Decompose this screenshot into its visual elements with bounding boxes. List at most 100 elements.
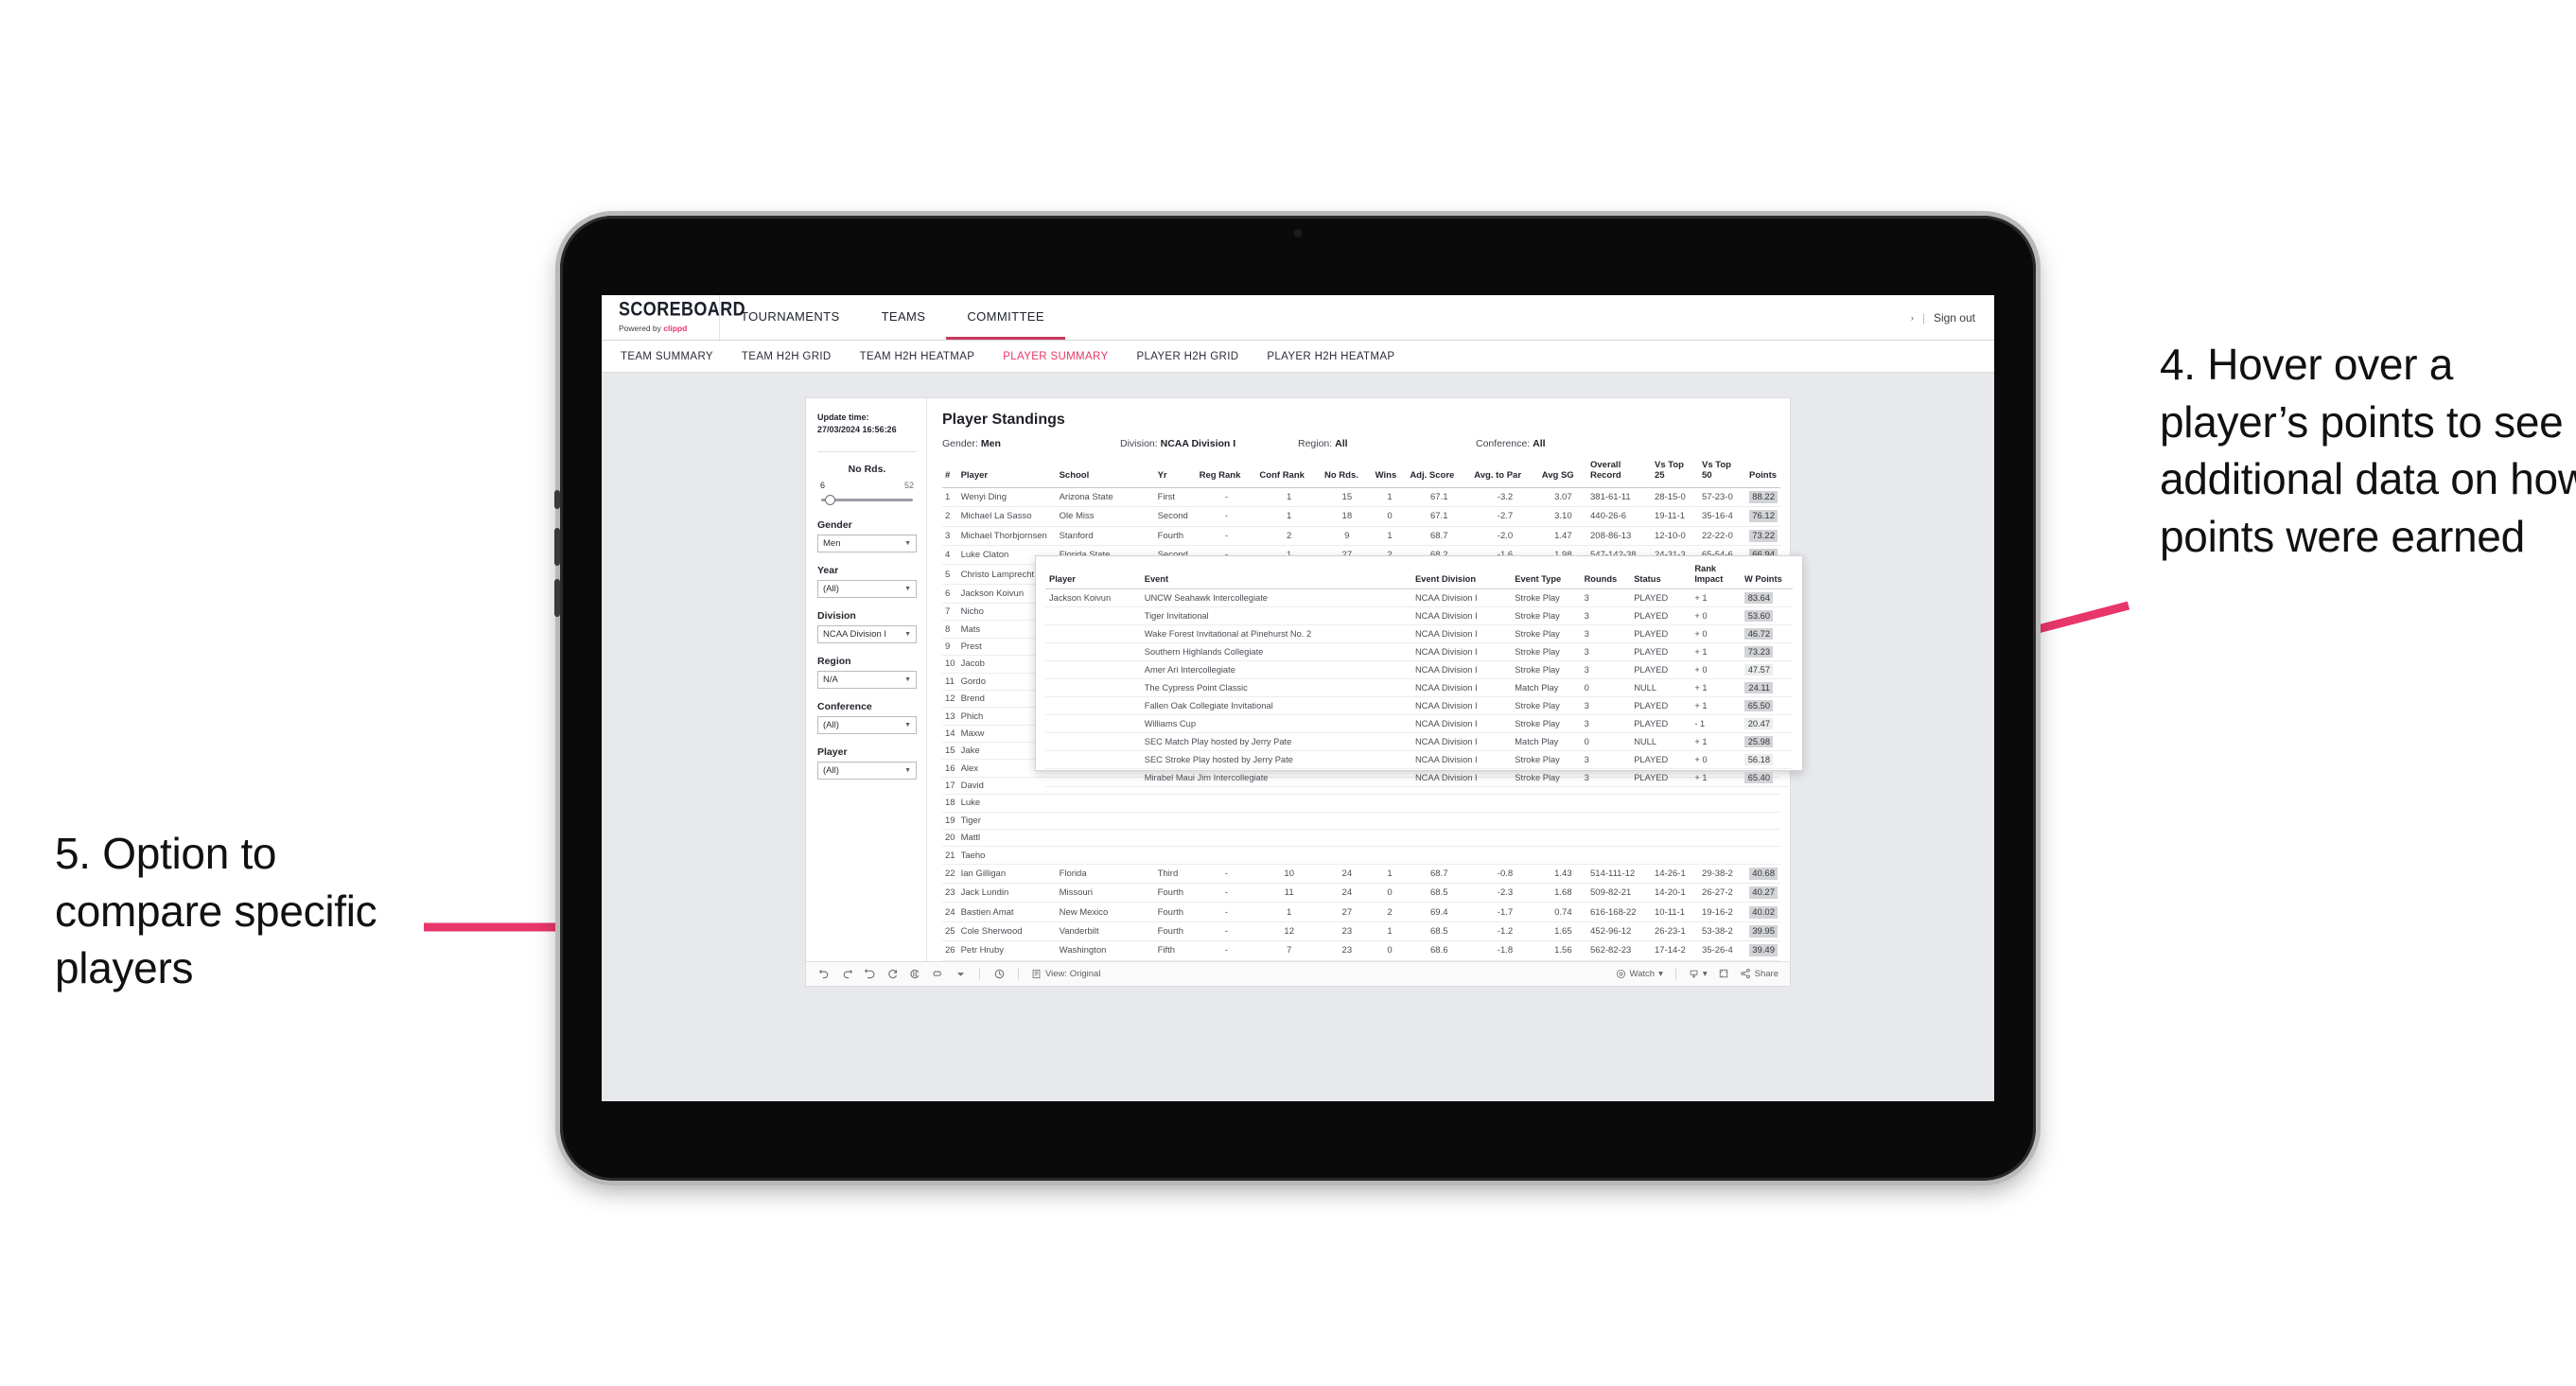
table-row[interactable]: 21 Taeho bbox=[942, 846, 1780, 865]
table-row[interactable]: 23 Jack Lundin Missouri Fourth -11 24 0 68.5 -2.… bbox=[942, 883, 1780, 904]
undo-icon[interactable] bbox=[817, 967, 831, 980]
col-yr[interactable]: Yr bbox=[1154, 461, 1197, 488]
points-cell[interactable] bbox=[1746, 846, 1780, 865]
filter-conference-select[interactable]: (All) ▼ bbox=[817, 716, 917, 735]
power-button[interactable] bbox=[554, 490, 560, 509]
full-screen-icon[interactable] bbox=[1717, 967, 1730, 980]
col-rank[interactable]: # bbox=[942, 461, 958, 488]
rank-cell: 22 bbox=[942, 864, 958, 885]
filter-division-select[interactable]: NCAA Division I ▼ bbox=[817, 625, 917, 644]
reg-rank-cell: - bbox=[1196, 487, 1257, 508]
update-time-value: 27/03/2024 16:56:26 bbox=[817, 425, 897, 435]
annotation-hover-points: 4. Hover over a player’s points to see a… bbox=[2160, 340, 2576, 562]
download-control[interactable]: ▾ bbox=[1689, 969, 1708, 979]
col-player[interactable]: Player bbox=[957, 461, 1057, 488]
table-row[interactable]: 22 Ian Gilligan Florida Third -10 24 1 68.7 -0.8… bbox=[942, 864, 1780, 885]
yr-cell bbox=[1154, 812, 1197, 830]
col-school[interactable]: School bbox=[1056, 461, 1155, 488]
points-cell[interactable]: 39.49 bbox=[1746, 940, 1780, 961]
vs-top-25-cell: 12-10-0 bbox=[1652, 526, 1699, 546]
col-vs-top-50[interactable]: Vs Top 50 bbox=[1699, 460, 1746, 488]
filter-region-select[interactable]: N/A ▼ bbox=[817, 671, 917, 690]
volume-down-button[interactable] bbox=[554, 579, 560, 617]
table-row[interactable]: 26 Petr Hruby Washington Fifth -7 23 0 68.6 -1.8… bbox=[942, 940, 1780, 961]
alerts-icon[interactable] bbox=[931, 967, 944, 980]
sign-out-link[interactable]: Sign out bbox=[1934, 311, 1975, 325]
pause-auto-update-icon[interactable] bbox=[992, 967, 1006, 980]
rank-cell: 24 bbox=[942, 902, 958, 922]
tip-status-cell: PLAYED bbox=[1630, 624, 1691, 644]
tab-team-h2h-heatmap[interactable]: TEAM H2H HEATMAP bbox=[860, 351, 975, 362]
col-wins[interactable]: Wins bbox=[1372, 461, 1408, 488]
col-conf-rank[interactable]: Conf Rank bbox=[1256, 461, 1322, 488]
points-cell[interactable]: 40.68 bbox=[1746, 864, 1780, 885]
tab-player-h2h-grid[interactable]: PLAYER H2H GRID bbox=[1136, 351, 1238, 362]
nav-item-committee[interactable]: COMMITTEE bbox=[946, 295, 1065, 340]
slider-handle[interactable] bbox=[825, 495, 835, 506]
filter-player-select[interactable]: (All) ▼ bbox=[817, 762, 917, 781]
tip-status-cell: PLAYED bbox=[1630, 660, 1691, 680]
nav-item-teams[interactable]: TEAMS bbox=[861, 295, 947, 340]
vs-top-25-cell: 19-11-1 bbox=[1652, 506, 1699, 527]
tip-w-points-cell: 20.47 bbox=[1740, 714, 1793, 734]
tab-player-summary[interactable]: PLAYER SUMMARY bbox=[1003, 351, 1108, 362]
tip-rounds-cell: 3 bbox=[1580, 750, 1631, 770]
no-rounds-slider-track[interactable] bbox=[821, 495, 913, 506]
adj-score-cell: 67.1 bbox=[1407, 506, 1472, 527]
tip-status-cell: NULL bbox=[1630, 732, 1691, 752]
revert-icon[interactable] bbox=[863, 967, 876, 980]
filter-player: Player (All) ▼ bbox=[817, 746, 917, 781]
col-avg-to-par[interactable]: Avg. to Par bbox=[1471, 461, 1539, 488]
table-row[interactable]: 3 Michael Thorbjornsen Stanford Fourth -2 9 1 6… bbox=[942, 526, 1780, 546]
pause-updates-icon[interactable] bbox=[908, 967, 921, 980]
toolbar-separator-3 bbox=[1674, 967, 1676, 980]
top-bar-right: › | Sign out bbox=[1911, 295, 1994, 340]
table-row[interactable]: 24 Bastien Amat New Mexico Fourth -1 27 2 69.4-… bbox=[942, 902, 1780, 922]
tab-player-h2h-heatmap[interactable]: PLAYER H2H HEATMAP bbox=[1267, 351, 1394, 362]
avg-to-par-cell: -2.7 bbox=[1471, 506, 1539, 527]
watch-control[interactable]: Watch ▾ bbox=[1616, 969, 1663, 979]
points-cell[interactable]: 40.02 bbox=[1746, 902, 1780, 922]
points-cell[interactable] bbox=[1746, 829, 1780, 848]
tab-team-summary[interactable]: TEAM SUMMARY bbox=[621, 351, 713, 362]
brand-logo[interactable]: SCOREBOARD Powered by clippd bbox=[602, 295, 745, 340]
volume-up-button[interactable] bbox=[554, 528, 560, 566]
col-avg-sg[interactable]: Avg SG bbox=[1538, 461, 1587, 488]
share-control[interactable]: Share bbox=[1740, 968, 1779, 979]
conf-rank-cell: 11 bbox=[1256, 883, 1322, 904]
col-points[interactable]: Points bbox=[1746, 461, 1780, 488]
school-cell: Stanford bbox=[1056, 526, 1155, 546]
chevron-down-icon: ▼ bbox=[904, 540, 911, 548]
table-row[interactable]: 2 Michael La Sasso Ole Miss Second -1 18 0 67.1… bbox=[942, 506, 1780, 527]
reg-rank-cell bbox=[1196, 829, 1257, 848]
no-rounds-label: No Rds. bbox=[848, 464, 886, 476]
table-row[interactable]: 25 Cole Sherwood Vanderbilt Fourth -12 23 1 68.… bbox=[942, 921, 1780, 942]
points-cell[interactable]: 88.22 bbox=[1746, 487, 1780, 508]
points-cell[interactable]: 40.27 bbox=[1746, 883, 1780, 904]
filter-gender-select[interactable]: Men ▼ bbox=[817, 535, 917, 553]
redo-icon[interactable] bbox=[840, 967, 853, 980]
user-menu-caret-icon[interactable]: › bbox=[1911, 313, 1914, 323]
points-cell[interactable] bbox=[1746, 794, 1780, 813]
col-no-rds[interactable]: No Rds. bbox=[1321, 461, 1373, 488]
col-reg-rank[interactable]: Reg Rank bbox=[1196, 461, 1257, 488]
table-row[interactable]: 20 Mattl bbox=[942, 829, 1780, 848]
points-cell[interactable]: 73.22 bbox=[1746, 526, 1780, 546]
table-row[interactable]: 1 Wenyi Ding Arizona State First -1 15 1 67.1 -3… bbox=[942, 487, 1780, 508]
points-cell[interactable] bbox=[1746, 812, 1780, 830]
col-adj-score[interactable]: Adj. Score bbox=[1407, 461, 1472, 488]
table-row[interactable]: 18 Luke bbox=[942, 794, 1780, 813]
points-cell[interactable]: 39.95 bbox=[1746, 921, 1780, 942]
col-vs-top-25[interactable]: Vs Top 25 bbox=[1652, 460, 1699, 488]
view-original-control[interactable]: View: Original bbox=[1031, 969, 1100, 979]
points-cell[interactable]: 76.12 bbox=[1746, 506, 1780, 527]
table-row[interactable]: 19 Tiger bbox=[942, 812, 1780, 830]
refresh-icon[interactable] bbox=[885, 967, 899, 980]
chevron-down-icon[interactable] bbox=[954, 967, 967, 980]
tab-team-h2h-grid[interactable]: TEAM H2H GRID bbox=[742, 351, 832, 362]
player-cell: Bastien Amat bbox=[957, 902, 1057, 922]
filter-year-select[interactable]: (All) ▼ bbox=[817, 580, 917, 599]
tip-impact-cell: + 0 bbox=[1691, 624, 1741, 644]
col-overall-record[interactable]: Overall Record bbox=[1587, 460, 1652, 488]
list-item: Williams Cup NCAA Division I Stroke Play 3 P… bbox=[1045, 714, 1793, 734]
